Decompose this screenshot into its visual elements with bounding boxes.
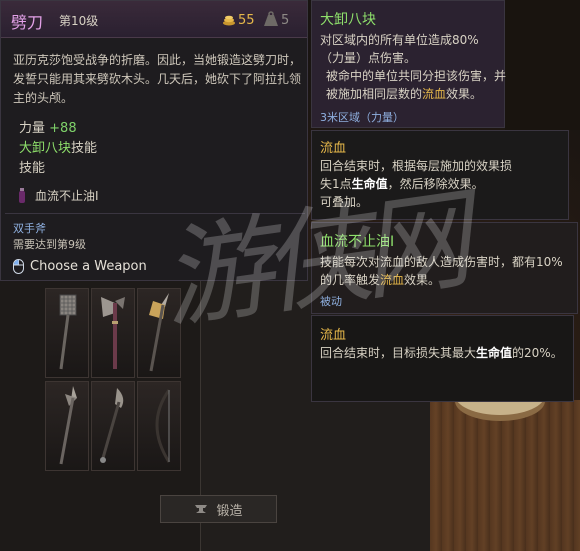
flyswatter-weapon-icon: [59, 294, 77, 370]
background-scene: [505, 0, 580, 130]
glaive-weapon-icon: [100, 388, 124, 463]
ability-name: 大卸八块: [19, 141, 72, 156]
item-description: 亚历克莎饱受战争的折磨。因此，当她锻造这劈刀时，发誓只能用其来劈砍木头。几天后，…: [13, 53, 302, 105]
ability-tooltip-title: 大卸八块: [320, 12, 376, 28]
ability-tooltip-line1: 对区域内的所有单位造成80%（力量）点伤害。: [320, 33, 479, 65]
bow-weapon-icon: [155, 389, 171, 463]
item-header: 劈刀 第10级 55 5: [1, 1, 307, 38]
skill-line: 技能: [19, 161, 46, 176]
status-effect-row: 血流不止油I: [17, 187, 99, 204]
ability-tooltip: 大卸八块 对区域内的所有单位造成80%（力量）点伤害。 被命中的单位共同分担该伤…: [311, 0, 506, 128]
weapon-slot-flyswatter[interactable]: [45, 288, 89, 378]
ability-suffix: 技能: [71, 141, 98, 156]
stat-value: +88: [49, 121, 77, 136]
mouse-action-label: Choose a Weapon: [30, 259, 147, 274]
bleed-effect-tooltip: 流血 回合结束时，目标损失其最大生命值的20%。: [311, 315, 574, 402]
weapon-slot-spear[interactable]: [45, 381, 89, 471]
item-level: 第10级: [59, 14, 99, 28]
ability-tooltip-line2: 被命中的单位共同分担该伤害，并被施加相同层数的流血效果。: [326, 67, 506, 103]
bleed-effect-text-a: 回合结束时，目标损失其最大: [320, 346, 477, 360]
gold-coins-icon: [223, 15, 235, 26]
weapon-grid: [45, 288, 182, 473]
ability-line: 大卸八块技能: [19, 139, 97, 159]
stat-strength: 力量 +88: [19, 119, 97, 139]
forge-label: 锻造: [216, 503, 243, 519]
weapon-type: 双手斧: [13, 222, 46, 235]
forge-button[interactable]: 锻造: [160, 495, 277, 523]
mouse-icon: [13, 259, 24, 274]
weapon-slot-glaive[interactable]: [91, 381, 135, 471]
ability-text-b: 效果。: [446, 87, 483, 101]
anvil-icon: [195, 505, 208, 513]
status-effect-name: 血流不止油I: [35, 189, 99, 203]
bleed-effect-text: 回合结束时，目标损失其最大生命值的20%。: [320, 344, 570, 362]
ability-text-highlight: 流血: [422, 87, 447, 101]
level-requirement: 需要达到第9级: [13, 238, 86, 251]
bleed-effect-highlight: 生命值: [476, 346, 513, 360]
spear-weapon-icon: [59, 386, 77, 465]
stat-list: 力量 +88 大卸八块技能 技能: [19, 119, 97, 179]
item-name: 劈刀: [11, 13, 44, 32]
table-surface: [430, 400, 580, 551]
choose-weapon-hint[interactable]: Choose a Weapon: [13, 259, 147, 274]
axe-weapon-icon: [101, 297, 125, 369]
weight-icon: [264, 11, 278, 26]
weapon-slot-axe[interactable]: [91, 288, 135, 378]
gold-value: 55: [238, 13, 255, 28]
bleed-effect-text-b: 的20%。: [512, 346, 563, 360]
vial-icon: [19, 187, 25, 203]
ability-tooltip-footer: 3米区域（力量）: [320, 111, 404, 124]
weight-value: 5: [281, 13, 290, 28]
stat-label: 力量: [19, 121, 46, 136]
weapon-slot-bow[interactable]: [137, 381, 181, 471]
bleed-tooltip-title: 流血: [320, 141, 347, 156]
